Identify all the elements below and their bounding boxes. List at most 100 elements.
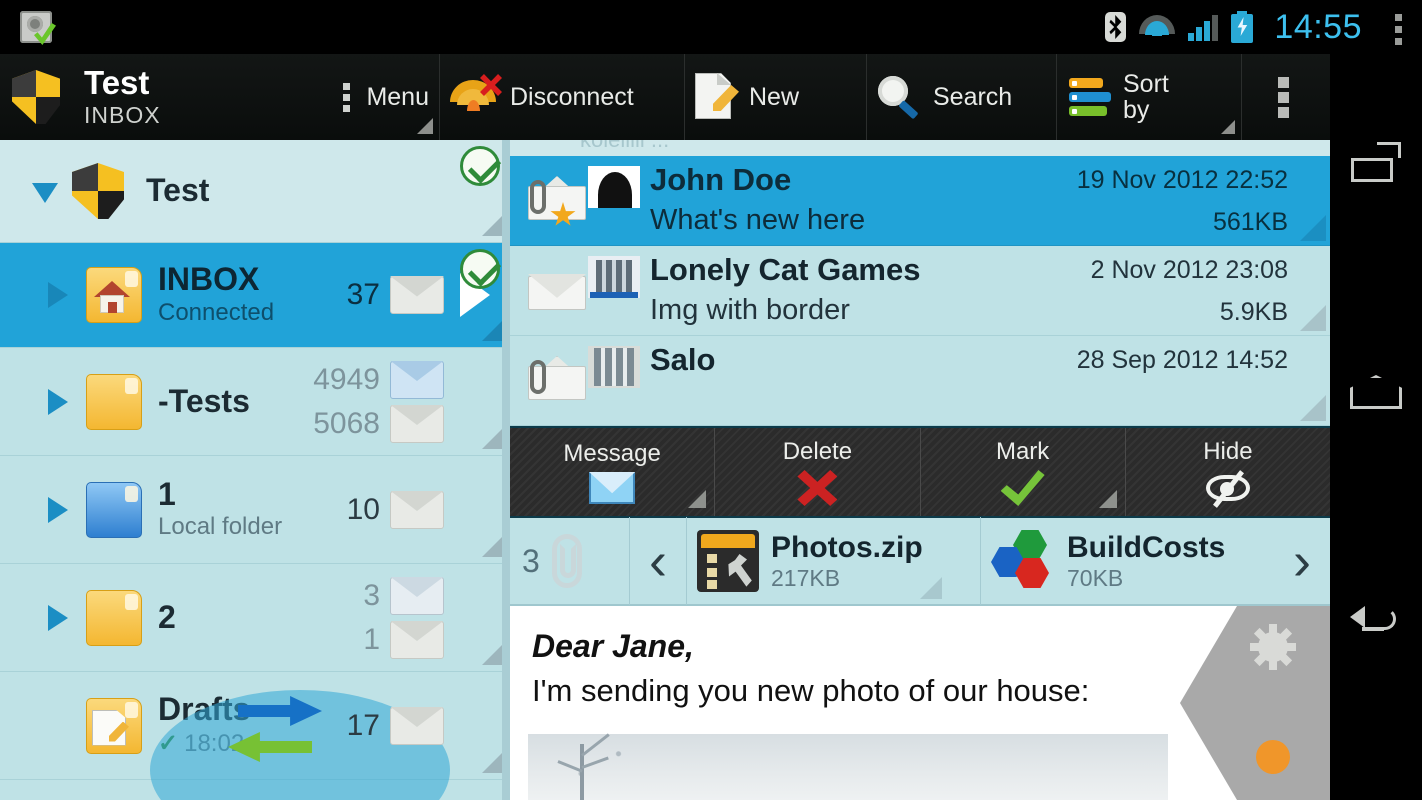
embedded-photo: [528, 733, 1168, 800]
back-button[interactable]: [1330, 576, 1422, 668]
home-button[interactable]: [1330, 346, 1422, 438]
expand-caret-icon[interactable]: [48, 604, 68, 631]
sort-expand-corner[interactable]: [1221, 120, 1235, 134]
wifi-icon: [1139, 13, 1176, 41]
folder-label: Test: [146, 172, 210, 209]
read-count: 10: [346, 492, 380, 526]
table-row[interactable]: Salo 28 Sep 2012 14:52: [510, 336, 1330, 426]
folder-label: 2: [158, 598, 176, 635]
row-corner-handle[interactable]: [1300, 305, 1326, 331]
menu-label: Menu: [366, 82, 429, 111]
battery-charging-icon: [1231, 11, 1254, 43]
attachment-size: 70KB: [1067, 564, 1124, 591]
new-button[interactable]: New: [685, 54, 867, 140]
message-subject: Img with border: [650, 294, 850, 326]
delete-button[interactable]: Delete: [715, 428, 921, 516]
message-list[interactable]: John Doe What's new here 19 Nov 2012 22:…: [510, 156, 1330, 426]
hide-button[interactable]: Hide: [1126, 428, 1330, 516]
sidebar-item-2[interactable]: 2 3 1: [0, 564, 510, 672]
recents-button[interactable]: [1330, 116, 1422, 208]
message-sender: John Doe: [650, 162, 792, 197]
disconnect-button[interactable]: Disconnect: [440, 54, 685, 140]
row-corner-handle[interactable]: [1300, 215, 1326, 241]
gear-icon[interactable]: [1250, 624, 1296, 670]
partial-message-row[interactable]: koleiiiii ...: [510, 140, 1330, 156]
attachment-prev-button[interactable]: ‹: [630, 534, 686, 588]
sidebar-item-inbox[interactable]: INBOX Connected 37: [0, 243, 510, 348]
message-body[interactable]: Dear Jane, I'm sending you new photo of …: [510, 606, 1330, 800]
message-button-label: Message: [563, 440, 661, 467]
sidebar-item-1[interactable]: 1 Local folder 10: [0, 456, 510, 564]
message-action-bar: Message Delete Mark Hide: [510, 426, 1330, 518]
collapse-caret-icon[interactable]: [32, 183, 58, 203]
folder-sidebar[interactable]: Test INBOX Connected 37 -Tests 4949 5068…: [0, 140, 510, 800]
message-sender: Lonely Cat Games: [650, 252, 921, 287]
zip-archive-icon: [697, 530, 759, 592]
table-row[interactable]: John Doe What's new here 19 Nov 2012 22:…: [510, 156, 1330, 246]
attachment-count: 3: [510, 517, 630, 605]
table-row[interactable]: Lonely Cat Games Img with border 2 Nov 2…: [510, 246, 1330, 336]
android-screen: 14:55 Test INBOX Menu Disconnect New Sea…: [0, 0, 1422, 800]
mark-button[interactable]: Mark: [921, 428, 1126, 516]
status-dot[interactable]: [1256, 740, 1290, 774]
delete-button-label: Delete: [782, 438, 853, 465]
attachment-name: Photos.zip: [771, 530, 923, 564]
folder-label: -Tests: [158, 382, 250, 419]
message-expand-corner[interactable]: [688, 490, 707, 508]
attachment-item-buildcosts[interactable]: BuildCosts 70KB: [980, 517, 1274, 605]
folder-label: 1: [158, 475, 176, 512]
row-corner-handle[interactable]: [482, 535, 504, 557]
new-label: New: [749, 82, 800, 111]
home-folder-icon: [86, 267, 142, 323]
avatar: [588, 256, 640, 298]
account-name: Test: [84, 63, 150, 101]
row-corner-handle[interactable]: [1300, 395, 1326, 421]
connected-check-badge: [460, 146, 500, 186]
message-status-icon: [524, 258, 588, 320]
sort-by-button[interactable]: Sort by: [1057, 54, 1242, 140]
menu-button[interactable]: Test INBOX Menu: [0, 54, 440, 140]
main-content: Test INBOX Connected 37 -Tests 4949 5068…: [0, 140, 1330, 800]
sidebar-divider: [502, 140, 510, 800]
toolbar-overflow-button[interactable]: [1242, 54, 1330, 140]
status-icons: 14:55: [1105, 0, 1362, 54]
row-corner-handle[interactable]: [482, 427, 504, 449]
status-clock: 14:55: [1274, 7, 1362, 46]
message-pane: koleiiiii ... John Doe What's new here 1…: [510, 140, 1330, 800]
attachment-clip-icon: [530, 180, 546, 214]
sort-label-line2: by: [1123, 96, 1150, 124]
sidebar-item-tests[interactable]: -Tests 4949 5068: [0, 348, 510, 456]
row-corner-handle[interactable]: [482, 214, 504, 236]
attachment-corner-handle[interactable]: [920, 577, 942, 599]
status-overflow-icon[interactable]: [1395, 14, 1402, 45]
expand-caret-icon[interactable]: [48, 496, 68, 523]
row-corner-handle[interactable]: [482, 643, 504, 665]
attachment-item-photos-zip[interactable]: Photos.zip 217KB: [686, 517, 980, 605]
overflow-dots-icon: [1277, 76, 1289, 118]
folder-status: Local folder: [158, 513, 283, 541]
row-corner-handle[interactable]: [482, 319, 504, 341]
attachment-next-button[interactable]: ›: [1274, 534, 1330, 588]
sidebar-item-drafts[interactable]: Drafts 18:02 17: [0, 672, 510, 800]
unread-count: 3: [363, 578, 380, 612]
disconnect-label: Disconnect: [510, 82, 634, 111]
mark-button-label: Mark: [995, 438, 1050, 465]
sidebar-item-test[interactable]: Test: [0, 140, 510, 243]
mark-expand-corner[interactable]: [1098, 490, 1117, 508]
android-status-bar: 14:55: [0, 0, 1422, 54]
message-date: 28 Sep 2012 14:52: [1076, 346, 1288, 374]
row-corner-handle[interactable]: [482, 751, 504, 773]
expand-caret-icon[interactable]: [48, 282, 68, 308]
search-button[interactable]: Search: [867, 54, 1057, 140]
message-status-icon: [524, 348, 588, 410]
avatar: [588, 346, 640, 388]
folder-label: INBOX: [158, 261, 260, 298]
message-status-icon: [524, 168, 588, 230]
bluetooth-icon: [1105, 12, 1127, 42]
message-button[interactable]: Message: [510, 428, 716, 516]
green-check-icon: [1000, 470, 1045, 506]
app-toolbar: Test INBOX Menu Disconnect New Search So…: [0, 54, 1330, 140]
expand-caret-icon[interactable]: [48, 388, 68, 415]
message-sender: Salo: [650, 342, 716, 377]
menu-expand-corner[interactable]: [417, 118, 433, 134]
